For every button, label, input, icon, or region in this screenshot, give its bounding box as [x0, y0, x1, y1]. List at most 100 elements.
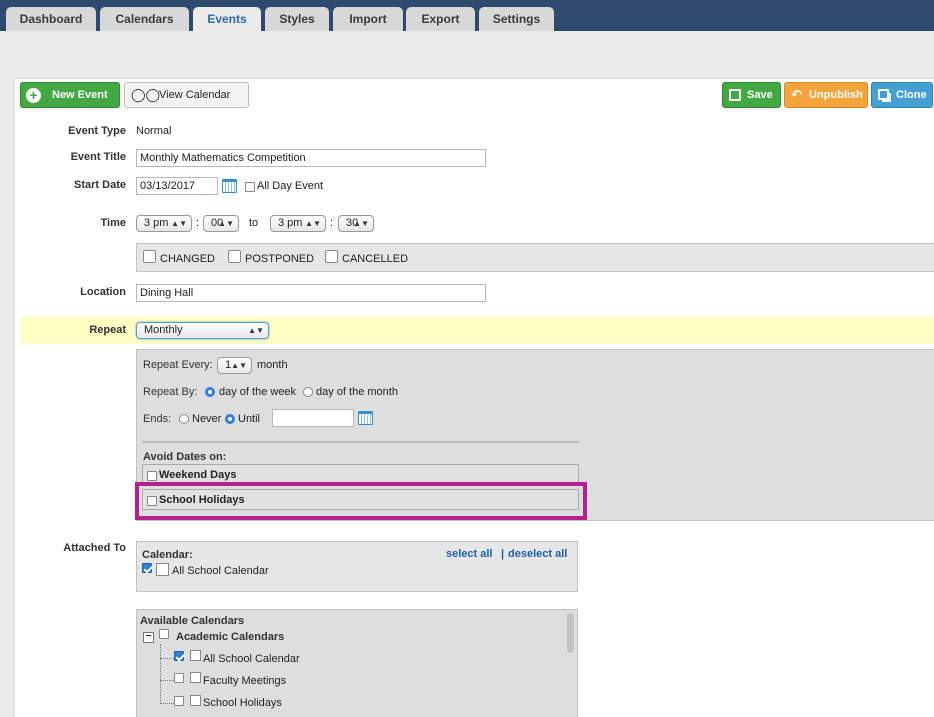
repeat-by-week-label: day of the week	[219, 386, 297, 398]
calendar-item-checkbox[interactable]	[174, 673, 184, 683]
start-hour-value: 3 pm	[144, 217, 169, 229]
event-title-input[interactable]: Monthly Mathematics Competition	[136, 149, 486, 167]
updown-arrow-icon: ▲▼	[171, 219, 187, 228]
tab-settings[interactable]: Settings	[479, 7, 554, 31]
until-date-input[interactable]	[272, 409, 354, 427]
tab-styles[interactable]: Styles	[265, 7, 329, 31]
tab-export[interactable]: Export	[406, 7, 475, 31]
calendar-item-label: All School Calendar	[203, 653, 300, 665]
tree-connector	[160, 680, 174, 681]
postponed-checkbox[interactable]	[228, 250, 241, 263]
tree-connector	[160, 703, 174, 704]
glasses-icon: ◯◯	[131, 87, 161, 102]
academic-calendars-label: Academic Calendars	[176, 631, 285, 643]
scrollbar-thumb[interactable]	[567, 613, 574, 653]
changed-checkbox[interactable]	[143, 250, 156, 263]
calendar-item-label: School Holidays	[203, 697, 282, 709]
view-calendar-button[interactable]: ◯◯ View Calendar	[124, 82, 249, 108]
tab-calendars[interactable]: Calendars	[100, 7, 189, 31]
floppy-disk-icon	[729, 89, 741, 101]
divider	[142, 441, 579, 443]
repeat-by-week-radio[interactable]	[205, 387, 215, 397]
selected-calendar-label: All School Calendar	[172, 565, 269, 577]
repeat-value: Monthly	[144, 324, 183, 336]
calendar-selection-box: Calendar: select all | deselect all All …	[136, 541, 578, 592]
ends-never-label: Never	[192, 413, 222, 425]
all-day-event-checkbox[interactable]	[245, 182, 255, 192]
updown-arrow-icon: ▲▼	[231, 361, 247, 370]
new-event-label: New Event	[52, 89, 108, 101]
new-event-button[interactable]: + New Event	[20, 82, 120, 108]
event-type-value: Normal	[136, 125, 172, 137]
ends-until-radio[interactable]	[225, 414, 235, 424]
start-date-label: Start Date	[74, 179, 126, 191]
selected-calendar-checkbox[interactable]	[142, 563, 152, 573]
save-button[interactable]: Save	[722, 82, 781, 108]
clone-button[interactable]: Clone	[871, 82, 933, 108]
ends-never-radio[interactable]	[179, 414, 189, 424]
available-calendars-label: Available Calendars	[140, 615, 245, 627]
cancelled-label: CANCELLED	[342, 253, 409, 265]
end-hour-value: 3 pm	[278, 217, 303, 229]
unpublish-button[interactable]: ↶ Unpublish	[784, 82, 868, 108]
time-colon: :	[330, 217, 334, 229]
changed-label: CHANGED	[160, 253, 216, 265]
tab-dashboard[interactable]: Dashboard	[6, 7, 96, 31]
ends-until-label: Until	[238, 413, 261, 425]
undo-icon: ↶	[791, 87, 802, 102]
select-all-link[interactable]: select all	[446, 548, 492, 560]
tree-connector	[160, 658, 174, 659]
calendar-color-swatch	[190, 650, 201, 661]
calendar-item-label: Faculty Meetings	[203, 675, 287, 687]
start-hour-select[interactable]: 3 pm ▲▼	[136, 215, 192, 232]
tab-events[interactable]: Events	[193, 7, 261, 32]
cancelled-checkbox[interactable]	[325, 250, 338, 263]
calendar-item-checkbox[interactable]	[174, 651, 184, 661]
end-hour-select[interactable]: 3 pm ▲▼	[270, 215, 326, 232]
end-minute-select[interactable]: 30 ▲▼	[338, 215, 374, 232]
event-title-label: Event Title	[70, 151, 126, 163]
repeat-select[interactable]: Monthly ▲▼	[136, 322, 269, 339]
event-form-panel: + New Event ◯◯ View Calendar Save ↶ Unpu…	[14, 78, 934, 717]
all-day-event-label: All Day Event	[257, 180, 324, 192]
tree-connector	[160, 644, 161, 704]
time-label: Time	[100, 217, 126, 229]
calendar-color-swatch	[190, 672, 201, 683]
time-colon: :	[196, 217, 200, 229]
highlight-annotation	[135, 482, 587, 520]
link-separator: |	[501, 548, 505, 560]
view-calendar-label: View Calendar	[159, 89, 231, 101]
repeat-by-month-radio[interactable]	[303, 387, 313, 397]
calendar-picker-icon[interactable]	[222, 179, 237, 193]
location-input[interactable]: Dining Hall	[136, 284, 486, 302]
repeat-by-label: Repeat By:	[143, 386, 198, 398]
weekend-days-label: Weekend Days	[159, 469, 237, 481]
repeat-every-select[interactable]: 1 ▲▼	[217, 357, 252, 374]
status-options-box: CHANGED POSTPONED CANCELLED	[136, 243, 934, 272]
clone-label: Clone	[896, 89, 927, 101]
calendar-picker-icon[interactable]	[358, 411, 373, 425]
weekend-days-checkbox[interactable]	[147, 471, 157, 481]
updown-arrow-icon: ▲▼	[248, 326, 264, 335]
start-date-input[interactable]: 03/13/2017	[136, 177, 218, 195]
collapse-icon[interactable]: −	[143, 632, 154, 643]
updown-arrow-icon: ▲▼	[218, 219, 234, 228]
deselect-all-link[interactable]: deselect all	[508, 548, 567, 560]
start-minute-select[interactable]: 00 ▲▼	[203, 215, 239, 232]
academic-calendars-checkbox[interactable]	[159, 629, 169, 639]
calendar-color-swatch	[190, 695, 201, 706]
repeat-every-unit: month	[257, 359, 288, 371]
time-to-label: to	[249, 217, 259, 229]
tab-import[interactable]: Import	[333, 7, 403, 31]
save-label: Save	[747, 89, 773, 101]
calendar-item-checkbox[interactable]	[174, 696, 184, 706]
copy-icon	[878, 89, 889, 100]
unpublish-label: Unpublish	[809, 89, 863, 101]
attached-to-label: Attached To	[63, 542, 126, 554]
repeat-label: Repeat	[89, 324, 126, 336]
repeat-every-label: Repeat Every:	[143, 359, 213, 371]
updown-arrow-icon: ▲▼	[353, 219, 369, 228]
repeat-by-month-label: day of the month	[316, 386, 398, 398]
location-label: Location	[80, 286, 126, 298]
avoid-dates-label: Avoid Dates on:	[143, 451, 227, 463]
